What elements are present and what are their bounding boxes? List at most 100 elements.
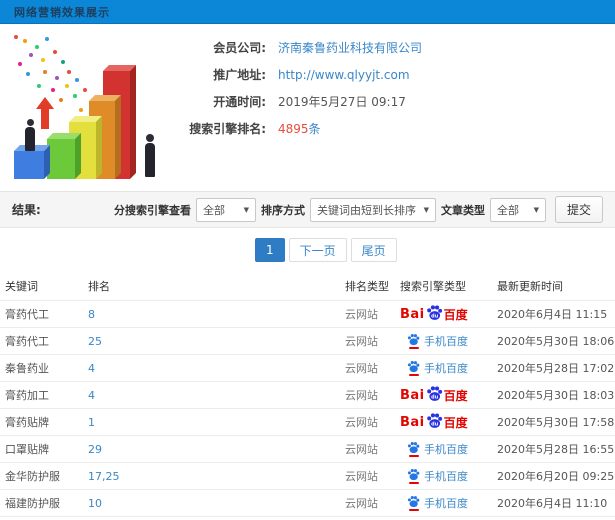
keyword-cell: 膏药代工 [5,308,49,321]
baidu-logo-icon: Bai du 百度 [400,385,468,404]
header-keyword: 关键词 [5,280,38,293]
pagination: 1 下一页 尾页 [0,228,615,272]
baidu-paw-icon [407,334,420,346]
rank-link[interactable]: 25 [88,335,345,348]
svg-text:du: du [431,394,439,400]
engine-cell: 手机百度 [400,436,497,462]
rank-link[interactable]: 4 [88,362,345,375]
rank-link[interactable]: 10 [88,497,345,510]
table-row: 金华防护服 17,25 云网站 手机百度 2020年6月20日 09:25 [0,462,615,489]
header-rank-type: 排名类型 [345,280,389,293]
mobile-baidu-label: 手机百度 [424,335,468,348]
url-label: 推广地址: [213,68,266,82]
engine-cell: 手机百度 [400,463,497,489]
page-title: 网络营销效果展示 [14,5,110,19]
updated-cell: 2020年6月20日 09:25 [497,470,615,483]
result-label: 结果: [12,203,41,217]
rank-link[interactable]: 4 [88,389,345,402]
confetti-decoration [14,35,18,39]
rank-link[interactable]: 29 [88,443,345,456]
table-row: 膏药代工 8 云网站 Bai du 百度 2020年6月4日 11:15 [0,300,615,327]
updated-cell: 2020年6月4日 11:10 [497,497,608,510]
updated-cell: 2020年5月30日 18:03 [497,389,615,402]
growth-chart-image [2,27,180,187]
svg-text:du: du [431,421,439,427]
table-row: 膏药加工 4 云网站 Bai du 百度 2020年5月30日 18:03 [0,381,615,408]
article-type-label: 文章类型 [440,203,485,217]
bar-green [47,139,75,179]
rank-link[interactable]: 1 [88,416,345,429]
chevron-down-icon: ▼ [533,205,539,214]
open-time-value: 2019年5月27日 09:17 [278,95,406,109]
updated-cell: 2020年5月30日 17:58 [497,416,615,429]
baidu-paw-icon: du [426,412,442,428]
rank-type-cell: 云网站 [345,362,378,375]
svg-text:du: du [431,313,439,319]
next-page-button[interactable]: 下一页 [288,238,347,262]
updated-cell: 2020年5月28日 17:02 [497,362,615,375]
businessman-figure-right [142,134,157,177]
info-row-company: 会员公司: 济南秦鲁药业科技有限公司 [180,34,615,61]
table-row: 膏药贴牌 1 云网站 Bai du 百度 2020年5月30日 17:58 [0,408,615,435]
promotion-url-link[interactable]: http://www.qlyyjt.com [278,68,410,82]
mobile-baidu-label: 手机百度 [424,470,468,483]
chevron-down-icon: ▼ [423,205,429,214]
rank-type-cell: 云网站 [345,308,378,321]
results-table: 关键词 排名 排名类型 搜索引擎类型 最新更新时间 膏药代工 8 云网站 Bai du… [0,272,615,520]
up-arrow-icon [36,97,54,129]
table-row: 膏药代工 25 云网站 手机百度 2020年5月30日 18:06 [0,327,615,354]
article-type-select[interactable]: 全部 ▼ [489,197,546,222]
keyword-cell: 膏药代工 [5,335,49,348]
ranking-count-label: 搜索引擎排名: [189,122,266,136]
open-time-label: 开通时间: [213,95,266,109]
bar-blue [14,151,44,179]
company-link[interactable]: 济南秦鲁药业科技有限公司 [278,39,422,56]
updated-cell: 2020年5月30日 18:06 [497,335,615,348]
submit-button[interactable]: 提交 [554,196,603,223]
updated-cell: 2020年6月4日 11:15 [497,308,608,321]
last-page-button[interactable]: 尾页 [350,238,397,262]
rank-type-cell: 云网站 [345,416,378,429]
table-body: 膏药代工 8 云网站 Bai du 百度 2020年6月4日 11:15 膏药代工 25 云网… [0,300,615,520]
rank-type-cell: 云网站 [345,443,378,456]
keyword-cell: 口罩贴牌 [5,443,49,456]
mobile-baidu-icon: 手机百度 [407,441,468,457]
keyword-cell: 金华防护服 [5,470,60,483]
baidu-paw-icon [407,442,420,454]
engine-cell: Bai du 百度 [400,301,497,327]
mobile-baidu-icon: 手机百度 [407,360,468,376]
page-1-button[interactable]: 1 [255,238,285,262]
updated-cell: 2020年5月28日 16:55 [497,443,615,456]
rank-link[interactable]: 17,25 [88,470,345,483]
member-info: 会员公司: 济南秦鲁药业科技有限公司 推广地址: http://www.qlyy… [180,24,615,191]
engine-cell: 手机百度 [400,328,497,354]
rank-type-cell: 云网站 [345,497,378,510]
filter-bar: 结果: 分搜索引擎查看 全部 ▼ 排序方式 关键词由短到长排序 ▼ 文章类型 全部 ▼… [0,191,615,228]
info-row-ranking-count: 搜索引擎排名: 4895条 [180,115,615,142]
rank-type-cell: 云网站 [345,470,378,483]
mobile-baidu-icon: 手机百度 [407,468,468,484]
top-section: 会员公司: 济南秦鲁药业科技有限公司 推广地址: http://www.qlyy… [0,24,615,191]
baidu-paw-icon: du [426,304,442,320]
sort-select[interactable]: 关键词由短到长排序 ▼ [309,197,436,222]
businessman-figure-left [23,119,37,151]
table-header-row: 关键词 排名 排名类型 搜索引擎类型 最新更新时间 [0,272,615,300]
header-engine-type: 搜索引擎类型 [400,280,466,293]
ranking-count-value: 4895条 [278,122,321,136]
engine-cell: 手机百度 [400,355,497,381]
table-row: 口罩贴牌 29 云网站 手机百度 2020年5月28日 16:55 [0,435,615,462]
info-row-open-time: 开通时间: 2019年5月27日 09:17 [180,88,615,115]
keyword-cell: 膏药贴牌 [5,416,49,429]
header-rank: 排名 [88,280,110,293]
rank-type-cell: 云网站 [345,335,378,348]
baidu-logo-icon: Bai du 百度 [400,304,468,323]
rank-link[interactable]: 8 [88,308,345,321]
baidu-paw-icon [407,361,420,373]
table-row: 福建防护服 10 云网站 手机百度 2020年6月4日 11:10 [0,489,615,516]
engine-select[interactable]: 全部 ▼ [195,197,256,222]
engine-filter-label: 分搜索引擎查看 [113,203,191,217]
mobile-baidu-icon: 手机百度 [407,333,468,349]
sort-label: 排序方式 [260,203,305,217]
chevron-down-icon: ▼ [243,205,249,214]
info-row-url: 推广地址: http://www.qlyyjt.com [180,61,615,88]
